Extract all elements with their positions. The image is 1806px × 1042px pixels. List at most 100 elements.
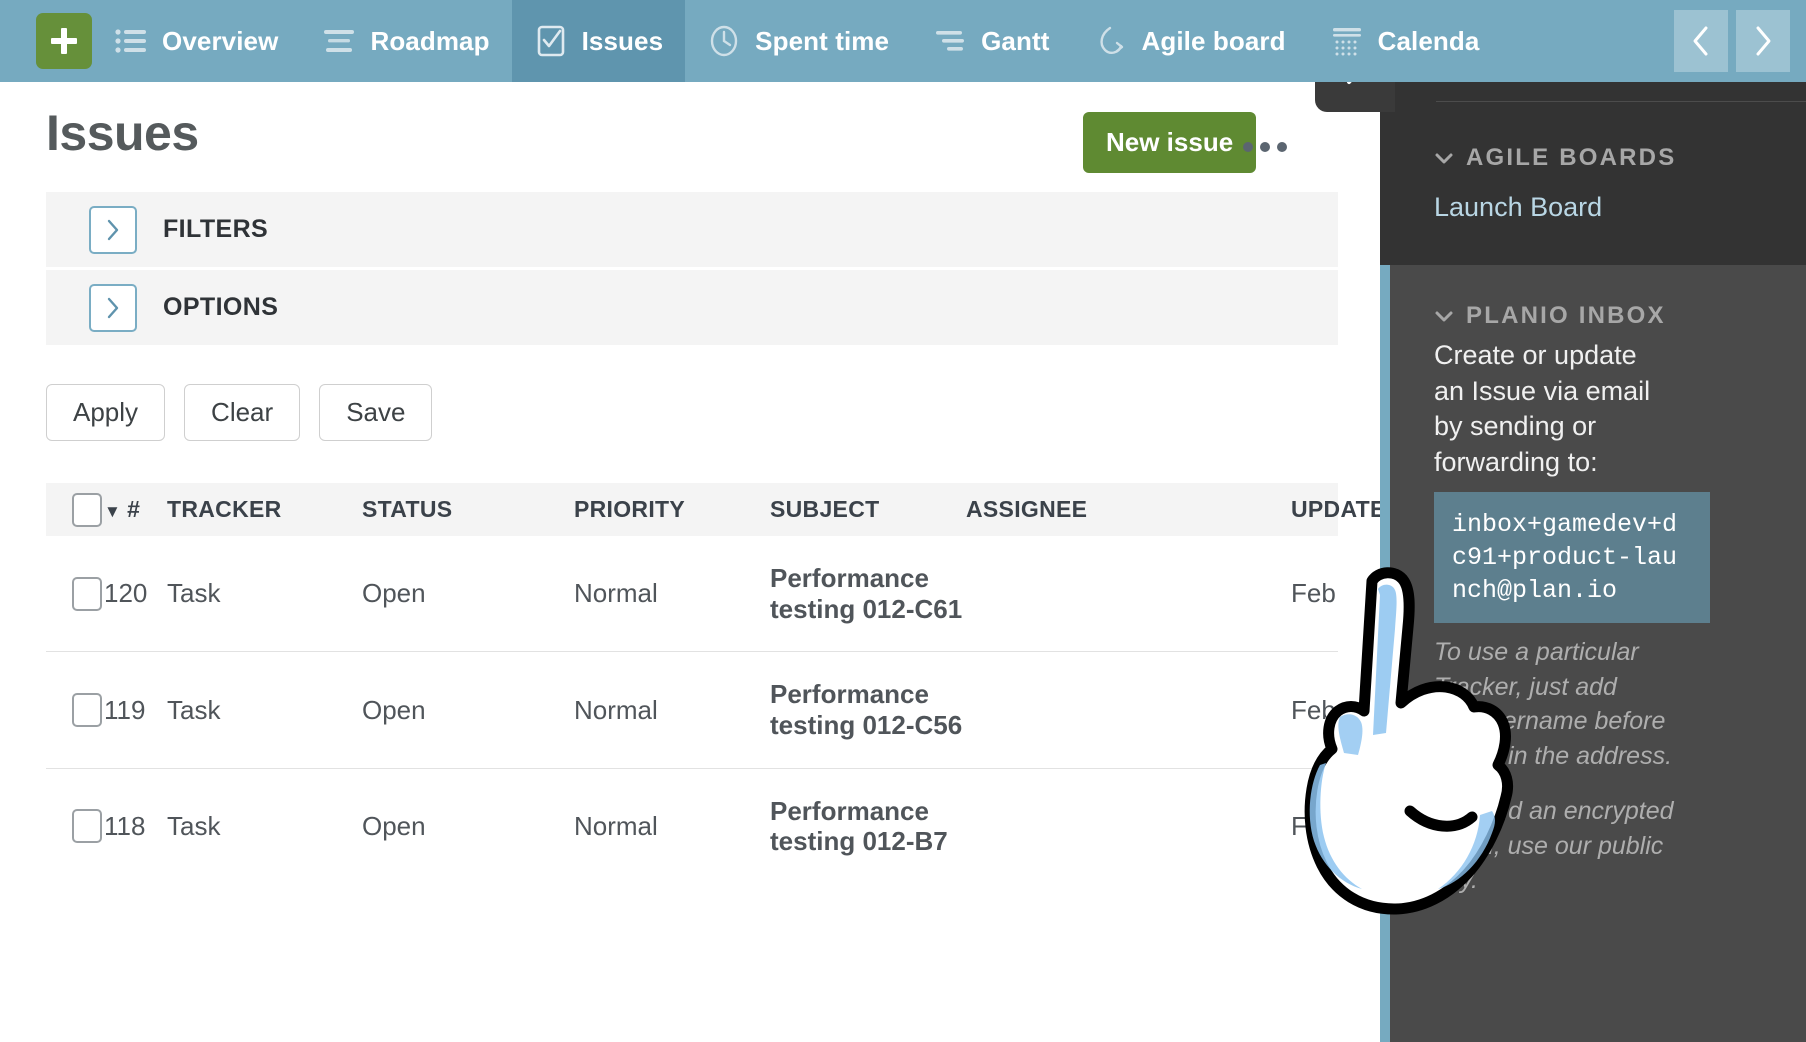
list-icon (114, 24, 148, 58)
nav-item-agile-board[interactable]: Agile board (1071, 0, 1307, 82)
nav-label: Agile board (1141, 25, 1286, 56)
page-header: Issues New issue (0, 82, 1380, 192)
agile-icon (1093, 24, 1127, 58)
planio-inbox-tracker-note: To use a particular Tracker, just add +t… (1434, 638, 1673, 770)
cell-tracker: Task (167, 810, 221, 841)
column-header-status[interactable]: STATUS (362, 483, 574, 536)
page-title: Issues (46, 105, 199, 161)
right-sidebar: AGILE BOARDS Launch Board PLANIO INBOX C… (1380, 82, 1806, 1042)
agile-board-link[interactable]: Launch Board (1434, 192, 1602, 223)
nav-item-issues[interactable]: Issues (511, 0, 686, 82)
cell-id[interactable]: 120 (104, 536, 167, 653)
filter-action-buttons: Apply Clear Save (46, 384, 1380, 441)
nav-item-calendar[interactable]: Calenda (1308, 0, 1502, 82)
row-checkbox[interactable] (72, 693, 102, 728)
chevron-right-icon (107, 219, 119, 240)
row-select-cell (46, 768, 104, 884)
nav-label: Calenda (1377, 25, 1480, 56)
cell-id[interactable]: 119 (104, 651, 167, 769)
planio-inbox-email-address[interactable]: inbox+gamedev+dc91+product-launch@plan.i… (1434, 492, 1710, 623)
chevron-right-icon (107, 297, 119, 318)
dot (1277, 142, 1287, 152)
add-new-button[interactable] (36, 13, 92, 69)
column-header-updated[interactable]: UPDATED (1291, 483, 1402, 536)
row-select-cell (46, 536, 104, 653)
planio-inbox-encryption-note: To send an encrypted email, use our publ… (1434, 797, 1674, 894)
filters-label: FILTERS (163, 215, 269, 243)
chevron-left-icon (1693, 26, 1708, 56)
gantt-icon (933, 24, 967, 58)
column-header-tracker[interactable]: TRACKER (167, 483, 362, 536)
column-header-priority[interactable]: PRIORITY (574, 483, 770, 536)
save-button[interactable]: Save (319, 384, 433, 441)
section-label: PLANIO INBOX (1466, 302, 1666, 329)
nav-next-button[interactable] (1736, 10, 1790, 72)
cell-subject[interactable]: Performance testing 012-C61 (770, 536, 966, 653)
planio-inbox-heading[interactable]: PLANIO INBOX (1434, 302, 1666, 330)
row-checkbox[interactable] (72, 576, 102, 611)
cell-id[interactable]: 118 (104, 768, 167, 884)
column-header-id[interactable]: ▼ # (104, 483, 167, 536)
nav-label: Issues (581, 25, 664, 56)
options-expand-button[interactable] (89, 283, 137, 332)
cell-status: Open (362, 536, 574, 653)
nav-label: Spent time (755, 25, 890, 56)
cell-assignee (966, 536, 1291, 653)
apply-button[interactable]: Apply (46, 384, 166, 441)
cell-subject[interactable]: Performance testing 012-C56 (770, 651, 966, 769)
cell-subject[interactable]: Performance testing 012-B7 (770, 768, 966, 884)
clock-icon (707, 24, 741, 58)
cell-updated: Feb 27, 20 (1291, 536, 1338, 653)
nav-scroll-arrows (1674, 0, 1806, 82)
nav-item-overview[interactable]: Overview (92, 0, 300, 82)
nav-item-gantt[interactable]: Gantt (911, 0, 1071, 82)
options-panel[interactable]: OPTIONS (46, 270, 1338, 346)
table-row[interactable]: 118 Task Open Normal Performance testing… (46, 768, 1338, 884)
section-label: AGILE BOARDS (1466, 144, 1677, 171)
nav-prev-button[interactable] (1674, 10, 1728, 72)
sidebar-section-agile-boards: AGILE BOARDS Launch Board (1380, 82, 1806, 265)
cell-priority: Normal (574, 810, 658, 841)
filters-panel[interactable]: FILTERS (46, 192, 1338, 268)
plus-icon (50, 27, 78, 55)
chevron-down-icon (1435, 153, 1453, 164)
filters-expand-button[interactable] (89, 205, 137, 254)
dot (1260, 142, 1270, 152)
cell-updated: Feb 27, 20 (1291, 651, 1338, 769)
column-header-assignee[interactable]: ASSIGNEE (966, 483, 1291, 536)
top-navigation-bar: Overview Roadmap Issues Spent time Gantt… (0, 0, 1806, 82)
cell-status: Open (362, 810, 426, 841)
row-checkbox[interactable] (72, 809, 102, 844)
nav-item-roadmap[interactable]: Roadmap (300, 0, 511, 82)
nav-label: Overview (162, 25, 279, 56)
row-select-cell (46, 651, 104, 769)
cell-priority: Normal (574, 536, 770, 653)
cell-priority: Normal (574, 651, 770, 769)
more-actions-button[interactable] (1243, 142, 1287, 152)
calendar-icon (1330, 24, 1364, 58)
options-label: OPTIONS (163, 293, 279, 321)
column-header-subject[interactable]: SUBJECT (770, 483, 966, 536)
nav-label: Gantt (981, 25, 1050, 56)
select-all-checkbox[interactable] (72, 492, 102, 527)
sidebar-divider (1436, 101, 1806, 102)
chevron-right-icon (1756, 26, 1771, 56)
table-row[interactable]: 120 Task Open Normal Performance testing… (46, 536, 1338, 653)
cell-tracker: Task (167, 651, 362, 769)
clear-button[interactable]: Clear (184, 384, 301, 441)
main-content: Issues New issue FILTERS OPTIONS Apply C… (0, 82, 1402, 1042)
chevron-down-icon (1435, 311, 1453, 322)
cell-assignee (966, 768, 1291, 884)
new-issue-button[interactable]: New issue (1083, 112, 1257, 173)
table-row[interactable]: 119 Task Open Normal Performance testing… (46, 651, 1338, 769)
column-label: # (127, 496, 141, 522)
sort-desc-icon: ▼ (104, 502, 122, 521)
cell-assignee (966, 651, 1291, 769)
planio-inbox-intro-text: Create or update an Issue via email by s… (1434, 340, 1651, 477)
dot (1243, 142, 1253, 152)
agile-boards-heading[interactable]: AGILE BOARDS (1434, 144, 1676, 172)
nav-label: Roadmap (370, 25, 490, 56)
table-header-row: ▼ # TRACKER STATUS PRIORITY SUBJECT ASSIG… (46, 483, 1402, 536)
roadmap-icon (322, 24, 356, 58)
nav-item-spent-time[interactable]: Spent time (685, 0, 911, 82)
